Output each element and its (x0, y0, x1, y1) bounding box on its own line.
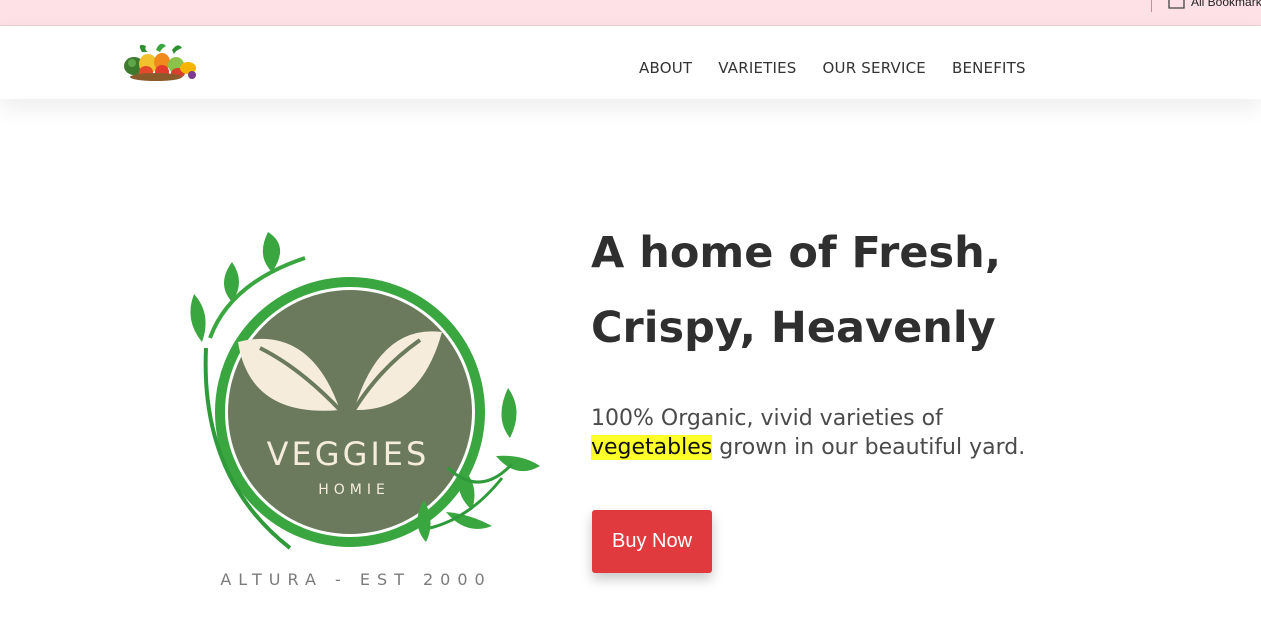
logo-sub-text: HOMIE (318, 482, 390, 498)
bookmarks-separator (1151, 0, 1152, 12)
nav-varieties[interactable]: VARIETIES (718, 59, 796, 77)
hero-headline: A home of Fresh, Crispy, Heavenly (591, 228, 1002, 353)
veggies-homie-logo: VEGGIES HOMIE ALTURA - EST 2000 (190, 232, 540, 589)
folder-icon (1168, 0, 1185, 9)
buy-now-button[interactable]: Buy Now (592, 510, 712, 573)
bookmarks-bar: All Bookmarks (0, 0, 1261, 26)
site-header: ABOUT VARIETIES OUR SERVICE BENEFITS (0, 26, 1261, 99)
highlighted-word: vegetables (591, 435, 713, 460)
logo-tagline: ALTURA - EST 2000 (220, 570, 491, 589)
vegetables-basket-logo[interactable] (122, 40, 198, 82)
hero-subtitle: 100% Organic, vivid varieties of vegetabl… (591, 404, 1061, 462)
all-bookmarks-label: All Bookmarks (1191, 0, 1261, 9)
logo-brand-text: VEGGIES (267, 435, 430, 473)
nav-our-service[interactable]: OUR SERVICE (823, 59, 926, 77)
nav-about[interactable]: ABOUT (639, 59, 692, 77)
nav-benefits[interactable]: BENEFITS (952, 59, 1026, 77)
subtitle-text: 100% Organic, vivid varieties of (591, 406, 943, 431)
subtitle-text-end: grown in our beautiful yard. (712, 435, 1026, 460)
main-nav: ABOUT VARIETIES OUR SERVICE BENEFITS (639, 59, 1052, 77)
all-bookmarks-button[interactable]: All Bookmarks (1168, 0, 1261, 9)
